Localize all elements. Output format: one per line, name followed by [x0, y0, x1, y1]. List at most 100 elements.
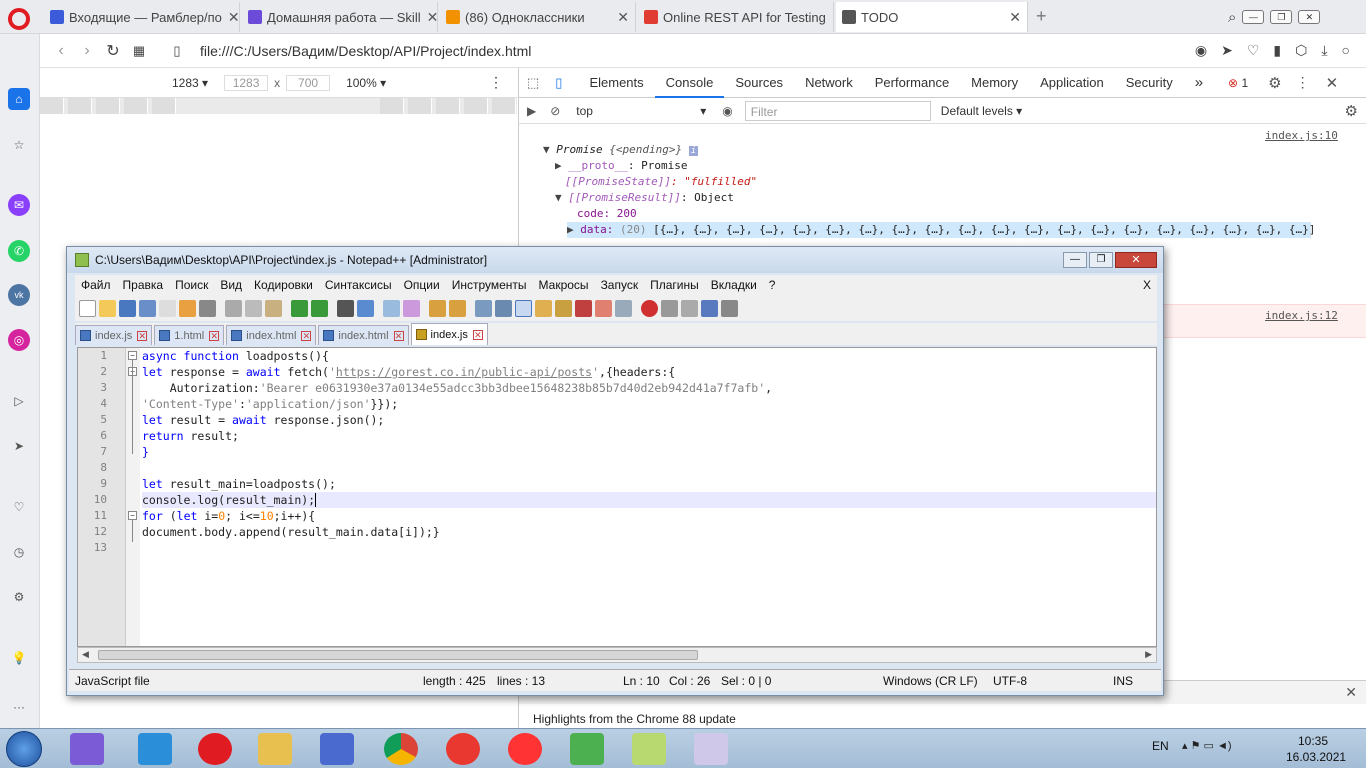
tab-console[interactable]: Console — [654, 68, 725, 98]
close-icon[interactable]: ✕ — [611, 9, 629, 26]
record-macro-icon[interactable] — [641, 299, 658, 317]
save-icon[interactable] — [119, 299, 136, 317]
tab-elements[interactable]: Elements — [578, 68, 654, 98]
run-multiple-icon[interactable] — [701, 299, 718, 317]
close-icon[interactable]: ✕ — [209, 330, 220, 341]
internet-explorer-icon[interactable] — [138, 733, 172, 765]
close-icon[interactable]: ✕ — [1003, 9, 1021, 26]
tab-security[interactable]: Security — [1115, 68, 1184, 98]
menu-encoding[interactable]: Кодировки — [248, 278, 319, 292]
clock-date[interactable]: 16.03.2021 — [1286, 750, 1346, 764]
new-tab-icon[interactable]: + — [1036, 6, 1047, 27]
height-input[interactable]: 700 — [286, 74, 331, 91]
word-wrap-icon[interactable] — [475, 299, 492, 317]
tips-icon[interactable]: 💡 — [8, 647, 30, 669]
download-icon[interactable]: ⤓ — [1321, 42, 1327, 59]
more-tabs-button[interactable]: » — [1184, 68, 1214, 98]
minimize-button[interactable]: — — [1242, 10, 1265, 24]
sync-h-icon[interactable] — [449, 299, 466, 317]
send-icon[interactable]: ➤ — [8, 435, 30, 457]
promise-line[interactable]: ▼ Promise {<pending>} i — [543, 143, 699, 156]
function-list-icon[interactable] — [575, 299, 592, 317]
more-options-icon[interactable]: ⋮ — [1296, 74, 1310, 91]
close-button[interactable]: ✕ — [1115, 252, 1157, 268]
explorer-icon[interactable] — [258, 733, 292, 765]
horizontal-scrollbar[interactable]: ◀ ▶ — [77, 647, 1157, 663]
menu-view[interactable]: Вид — [214, 278, 248, 292]
close-devtools-icon[interactable]: ✕ — [1326, 74, 1339, 92]
tab-network[interactable]: Network — [794, 68, 864, 98]
history-icon[interactable]: ◷ — [8, 541, 30, 563]
more-icon[interactable]: ··· — [8, 696, 30, 718]
close-icon[interactable]: ✕ — [222, 9, 239, 26]
promise-result-line[interactable]: ▼ [[PromiseResult]]: Object — [555, 191, 734, 204]
menu-search[interactable]: Поиск — [169, 278, 214, 292]
indent-guide-icon[interactable] — [515, 299, 532, 317]
folder-workspace-icon[interactable] — [595, 299, 612, 317]
browser-tab-ok[interactable]: (86) Одноклассники ✕ — [440, 2, 636, 32]
speed-dial-icon[interactable]: ▦ — [126, 43, 152, 59]
redo-icon[interactable] — [311, 299, 328, 317]
browser-tab-skillbox[interactable]: Домашняя работа — Skill ✕ — [242, 2, 438, 32]
fold-icon[interactable]: − — [128, 511, 137, 520]
reload-icon[interactable]: ↻ — [100, 41, 126, 61]
tab-performance[interactable]: Performance — [864, 68, 960, 98]
new-file-icon[interactable] — [79, 299, 96, 317]
lang-icon[interactable] — [535, 299, 552, 317]
search-icon[interactable]: ⌕ — [1228, 9, 1236, 26]
more-options-icon[interactable]: ⋮ — [489, 74, 517, 91]
opera-logo[interactable] — [8, 8, 30, 30]
menu-window[interactable]: Вкладки — [705, 278, 763, 292]
vk-icon[interactable]: vk — [8, 284, 30, 306]
device-mode-icon[interactable]: ▯ — [547, 75, 570, 91]
undo-icon[interactable] — [291, 299, 308, 317]
menu-language[interactable]: Синтаксисы — [319, 278, 398, 292]
width-input[interactable]: 1283 — [224, 74, 269, 91]
language-indicator[interactable]: EN — [1152, 739, 1169, 753]
data-line[interactable]: ▶ data: (20) [{…}, {…}, {…}, {…}, {…}, {… — [567, 222, 1315, 238]
close-file-icon[interactable] — [159, 299, 176, 317]
media-player-icon[interactable] — [320, 733, 354, 765]
open-file-icon[interactable] — [99, 299, 116, 317]
file-tab[interactable]: index.html ✕ — [318, 325, 409, 345]
scroll-right-icon[interactable]: ▶ — [1145, 649, 1152, 660]
scroll-thumb[interactable] — [98, 650, 698, 660]
player-icon[interactable]: ▷ — [8, 390, 30, 412]
menu-close-doc[interactable]: X — [1137, 278, 1157, 292]
fold-icon[interactable]: − — [128, 351, 137, 360]
browser-tab-todo[interactable]: TODO ✕ — [836, 2, 1028, 32]
context-select[interactable]: top ▾ — [576, 104, 706, 118]
close-icon[interactable]: ✕ — [826, 9, 833, 26]
app-icon-alice[interactable] — [70, 733, 104, 765]
settings-icon[interactable]: ⚙ — [1268, 74, 1281, 92]
eye-icon[interactable]: ◉ — [722, 104, 732, 118]
file-tab[interactable]: 1.html ✕ — [154, 325, 225, 345]
sidebar-toggle-icon[interactable]: ▶ — [519, 104, 544, 118]
heart-icon[interactable]: ♡ — [1247, 42, 1260, 59]
cube-icon[interactable]: ⬡ — [1295, 42, 1307, 59]
menu-plugins[interactable]: Плагины — [644, 278, 705, 292]
code-editor[interactable]: 12345678910111213 − − − async function l… — [77, 347, 1157, 647]
forward-icon[interactable]: › — [74, 42, 100, 60]
app-icon-diamond[interactable] — [570, 733, 604, 765]
menu-file[interactable]: Файл — [75, 278, 117, 292]
inspect-icon[interactable]: ⬚ — [519, 75, 547, 91]
whatsapp-icon[interactable]: ✆ — [8, 240, 30, 262]
console-settings-icon[interactable]: ⚙ — [1345, 102, 1366, 120]
zoom-out-icon[interactable] — [403, 299, 420, 317]
close-drawer-icon[interactable]: ✕ — [1345, 684, 1357, 701]
close-icon[interactable]: ✕ — [137, 330, 148, 341]
browser-tab-mail[interactable]: Входящие — Рамблер/пo ✕ — [44, 2, 240, 32]
sync-v-icon[interactable] — [429, 299, 446, 317]
paint-icon[interactable] — [694, 733, 728, 765]
bookmarks-icon[interactable]: ☆ — [8, 134, 30, 156]
menu-edit[interactable]: Правка — [117, 278, 170, 292]
minimize-button[interactable]: — — [1063, 252, 1087, 268]
menu-macro[interactable]: Макросы — [533, 278, 595, 292]
close-all-icon[interactable] — [179, 299, 196, 317]
copy-icon[interactable] — [245, 299, 262, 317]
zoom-select[interactable]: 100% ▾ — [346, 76, 386, 90]
paste-icon[interactable] — [265, 299, 282, 317]
find-icon[interactable] — [337, 299, 354, 317]
dimension-select[interactable]: 1283 ▾ — [172, 76, 208, 90]
